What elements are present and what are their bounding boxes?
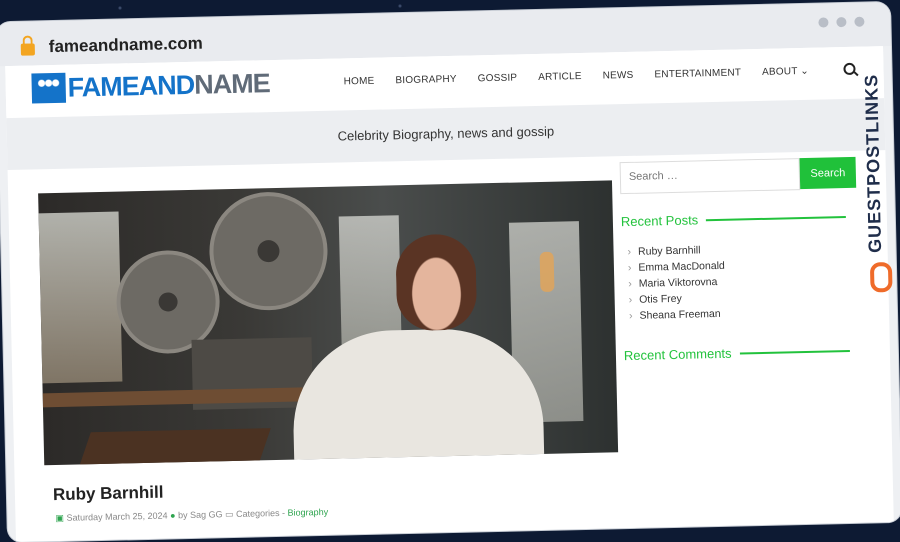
recent-post-item[interactable]: Maria Viktorovna [628,276,725,290]
logo-part1: FAMEAND [67,69,195,103]
window-pane [38,211,123,384]
browser-window: fameandname.com FAMEANDNAME HOME BIOGRAP… [0,1,900,542]
person-sweater [291,326,545,466]
watermark-text: GUESTPOSTLINKS [861,73,886,254]
nav-entertainment[interactable]: ENTERTAINMENT [654,67,741,80]
nav-article[interactable]: ARTICLE [538,71,582,83]
recent-posts-heading: Recent Posts [621,209,847,229]
post-meta: ▣ Saturday March 25, 2024 ● by Sag GG ▭ … [55,507,328,524]
url-text[interactable]: fameandname.com [49,34,203,57]
nav-home[interactable]: HOME [344,76,375,88]
post-categories-label: Categories - [235,507,286,519]
logo-text: FAMEANDNAME [67,68,270,103]
nav-about[interactable]: ABOUT ⌄ [762,66,809,78]
desk [77,428,271,466]
window-dot-icon[interactable] [818,17,829,28]
search-input[interactable] [620,159,798,192]
sidebar: Search Recent Posts Ruby Barnhill Emma M… [619,156,860,363]
post-author[interactable]: by Sag GG [178,509,223,520]
window-dot-icon[interactable] [836,16,847,28]
lamp [539,251,555,292]
film-reel [208,190,329,312]
guestpostlinks-watermark: GUESTPOSTLINKS [857,32,893,293]
search-icon[interactable] [843,62,856,76]
logo-part2: NAME [193,68,271,100]
site-tagline: Celebrity Biography, news and gossip [337,123,555,144]
nav-gossip[interactable]: GOSSIP [478,72,518,84]
recent-post-item[interactable]: Otis Frey [629,292,726,306]
recent-comments-heading: Recent Comments [624,343,850,363]
folder-icon: ▭ [224,509,234,520]
post-date: Saturday March 25, 2024 [66,510,168,523]
lock-icon [20,43,35,56]
nav-news[interactable]: NEWS [603,70,634,82]
calendar-icon: ▣ [55,512,65,524]
logo-icon [31,72,67,104]
heading-rule [739,349,850,354]
window-dot-icon[interactable] [854,16,865,27]
recent-post-item[interactable]: Ruby Barnhill [627,244,724,258]
user-icon: ● [169,510,176,521]
website: FAMEANDNAME HOME BIOGRAPHY GOSSIP ARTICL… [5,46,894,542]
recent-comments-title: Recent Comments [623,345,732,364]
recent-posts-list: Ruby Barnhill Emma MacDonald Maria Vikto… [627,244,726,326]
featured-image[interactable] [38,180,619,466]
recent-post-item[interactable]: Sheana Freeman [629,308,726,322]
search-field-wrap [619,158,801,195]
link-icon [869,262,893,293]
nav-biography[interactable]: BIOGRAPHY [395,74,456,86]
post-category-link[interactable]: Biography [287,507,328,518]
heading-rule [706,215,847,221]
site-logo[interactable]: FAMEANDNAME [31,68,270,104]
recent-posts-title: Recent Posts [620,212,699,230]
search-button[interactable]: Search [799,156,857,190]
post-title[interactable]: Ruby Barnhill [53,483,164,506]
window-controls [818,16,865,28]
recent-post-item[interactable]: Emma MacDonald [628,260,725,274]
main-nav: HOME BIOGRAPHY GOSSIP ARTICLE NEWS ENTER… [344,65,831,88]
person-head [395,233,478,332]
